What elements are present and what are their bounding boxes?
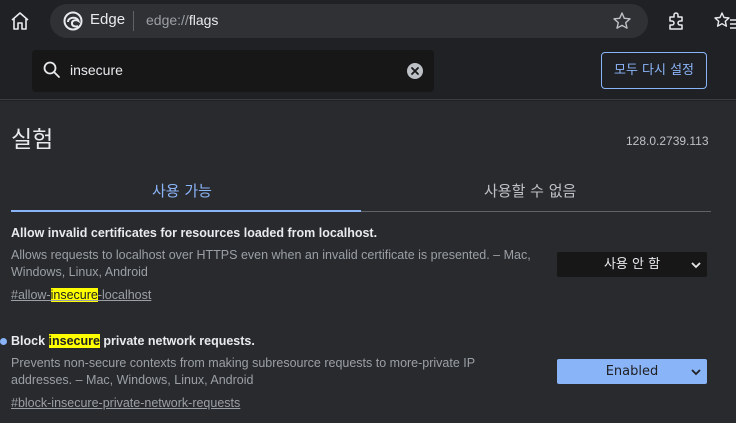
favorites-icon[interactable]	[714, 11, 736, 31]
experiment-description: Prevents non-secure contexts from making…	[11, 356, 475, 387]
page-title: 실험	[11, 127, 54, 153]
tab-unavailable[interactable]: 사용할 수 없음	[484, 180, 576, 201]
tab-available[interactable]: 사용 가능	[152, 180, 212, 201]
url-text[interactable]: edge://flags	[146, 12, 218, 28]
chevron-down-icon	[691, 262, 701, 269]
experiment-description: Allows requests to localhost over HTTPS …	[11, 248, 531, 279]
modified-indicator-dot	[0, 338, 7, 345]
address-bar[interactable]	[50, 4, 648, 38]
experiment-title: Allow invalid certificates for resources…	[11, 226, 378, 240]
reset-all-button[interactable]: 모두 다시 설정	[601, 52, 707, 89]
experiment-select[interactable]: 사용 안 함	[557, 252, 707, 277]
active-tab-indicator	[11, 210, 361, 212]
experiment-select[interactable]: Enabled	[557, 359, 707, 384]
experiment-link[interactable]: #block-insecure-private-network-requests	[11, 396, 240, 410]
experiment-title: Block insecure private network requests.	[11, 334, 255, 348]
search-value[interactable]: insecure	[70, 62, 123, 78]
edge-logo-icon	[63, 11, 83, 31]
address-divider	[133, 11, 134, 31]
version-label: 128.0.2739.113	[626, 134, 709, 148]
extensions-icon[interactable]	[666, 11, 686, 31]
origin-label: Edge	[90, 11, 126, 28]
select-value: 사용 안 함	[603, 257, 661, 272]
home-icon[interactable]	[9, 10, 31, 32]
clear-search-icon[interactable]	[406, 62, 424, 80]
search-icon	[43, 61, 60, 78]
chevron-down-icon	[691, 369, 701, 376]
favorite-star-icon[interactable]	[612, 11, 632, 31]
search-highlight: insecure	[48, 334, 100, 348]
search-highlight: insecure	[50, 288, 98, 302]
select-value: Enabled	[605, 364, 659, 379]
experiment-link[interactable]: #allow-insecure-localhost	[11, 288, 151, 302]
